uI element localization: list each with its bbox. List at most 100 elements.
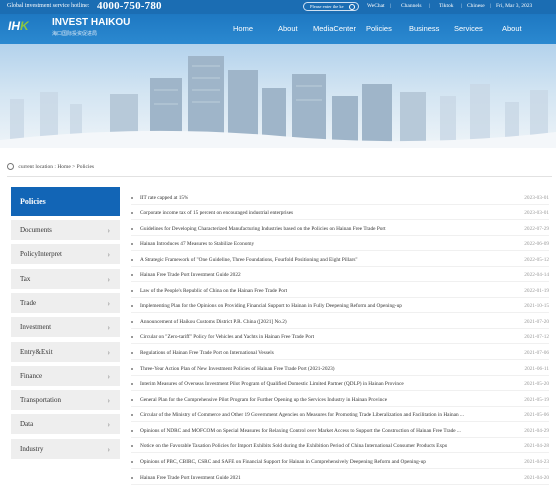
list-item[interactable]: Hainan Free Trade Port Investment Guide …	[131, 269, 549, 282]
sidebar-item-label: Investment	[20, 323, 52, 331]
list-item[interactable]: General Plan for the Comprehensive Pilot…	[131, 394, 549, 407]
list-item[interactable]: Hainan Free Trade Port Investment Guide …	[131, 472, 549, 485]
sidebar-item-investment[interactable]: Investment ›	[11, 316, 120, 337]
list-item-title[interactable]: IIT rate capped at 15%	[140, 195, 188, 201]
list-item-title[interactable]: Interim Measures of Overseas Investment …	[140, 381, 404, 387]
sidebar-item-transportation[interactable]: Transportation ›	[11, 389, 120, 410]
list-item-title[interactable]: Hainan Introduces 47 Measures to Stabili…	[140, 241, 254, 247]
list-item-title[interactable]: Law of the People's Republic of China on…	[140, 288, 287, 294]
list-item-title[interactable]: Opinions of PBC, CBIRC, CSRC and SAFE on…	[140, 459, 426, 465]
bullet	[131, 259, 133, 261]
separator: |	[490, 3, 492, 9]
sidebar-item-tax[interactable]: Tax ›	[11, 268, 120, 289]
list-item[interactable]: IIT rate capped at 15% 2023-03-01	[131, 192, 549, 205]
sidebar-item-policyinterpret[interactable]: PolicyInterpret ›	[11, 243, 120, 264]
search-icon[interactable]	[349, 4, 355, 10]
wechat-link[interactable]: WeChat	[367, 3, 385, 9]
logo-mark[interactable]: IHK	[8, 19, 29, 33]
list-item-title[interactable]: Circular of the Ministry of Commerce and…	[140, 412, 464, 418]
home-icon	[7, 163, 14, 170]
list-item-title[interactable]: Guidelines for Developing Characterized …	[140, 226, 386, 232]
sidebar-item-documents[interactable]: Documents ›	[11, 219, 120, 240]
list-item-date: 2021-10-15	[524, 303, 549, 309]
list-item-title[interactable]: Opinions of NDRC and MOFCOM on Special M…	[140, 428, 461, 434]
bullet	[131, 243, 133, 245]
bullet	[131, 445, 133, 447]
nav-home[interactable]: Home	[233, 24, 253, 33]
list-item[interactable]: Corporate income tax of 15 percent on en…	[131, 207, 549, 220]
bullet	[131, 352, 133, 354]
list-item[interactable]: Three-Year Action Plan of New Investment…	[131, 363, 549, 376]
list-item[interactable]: Implementing Plan for the Opinions on Pr…	[131, 300, 549, 313]
list-item-title[interactable]: Implementing Plan for the Opinions on Pr…	[140, 303, 402, 309]
list-item[interactable]: Law of the People's Republic of China on…	[131, 285, 549, 298]
list-item[interactable]: Circular of the Ministry of Commerce and…	[131, 409, 549, 422]
tiktok-link[interactable]: Tiktok	[439, 3, 453, 9]
chevron-right-icon: ›	[107, 372, 110, 381]
list-item[interactable]: Regulations of Hainan Free Trade Port on…	[131, 347, 549, 360]
list-item[interactable]: Opinions of PBC, CBIRC, CSRC and SAFE on…	[131, 456, 549, 469]
breadcrumb: current location : Home > Policies	[7, 163, 94, 170]
list-item[interactable]: Notice on the Favorable Taxation Policie…	[131, 440, 549, 453]
bullet	[131, 368, 133, 370]
bullet	[131, 461, 133, 463]
hotline-number: 4000-750-780	[97, 0, 162, 12]
list-item-title[interactable]: Announcement of Haikou Customs District …	[140, 319, 287, 325]
nav-policies[interactable]: Policies	[366, 24, 392, 33]
list-item-date: 2021-07-12	[524, 334, 549, 340]
logo-subtitle: 海口国际投资促进局	[52, 32, 98, 37]
sidebar-item-label: Trade	[20, 299, 37, 307]
list-item-title[interactable]: Hainan Free Trade Port Investment Guide …	[140, 272, 241, 278]
list-item-date: 2022-06-09	[524, 241, 549, 247]
chevron-right-icon: ›	[107, 299, 110, 308]
list-item-title[interactable]: Regulations of Hainan Free Trade Port on…	[140, 350, 274, 356]
sidebar-item-industry[interactable]: Industry ›	[11, 438, 120, 459]
logo-title[interactable]: INVEST HAIKOU	[52, 17, 130, 28]
sidebar-item-finance[interactable]: Finance ›	[11, 365, 120, 386]
nav-business[interactable]: Business	[409, 24, 439, 33]
chevron-right-icon: ›	[107, 275, 110, 284]
sidebar-item-label: Documents	[20, 226, 52, 234]
nav-services[interactable]: Services	[454, 24, 483, 33]
list-item-date: 2022-07-29	[524, 226, 549, 232]
sidebar-item-label: Entry&Exit	[20, 348, 53, 356]
divider	[7, 176, 552, 177]
bullet	[131, 228, 133, 230]
nav-about[interactable]: About	[278, 24, 298, 33]
bullet	[131, 399, 133, 401]
bullet	[131, 197, 133, 199]
separator: |	[461, 3, 463, 9]
chevron-right-icon: ›	[107, 420, 110, 429]
list-item[interactable]: A Strategic Framework of "One Guideline,…	[131, 254, 549, 267]
sidebar-item-entry-exit[interactable]: Entry&Exit ›	[11, 341, 120, 362]
list-item[interactable]: Guidelines for Developing Characterized …	[131, 223, 549, 236]
list-item-title[interactable]: A Strategic Framework of "One Guideline,…	[140, 257, 358, 263]
nav-mediacenter[interactable]: MediaCenter	[313, 24, 356, 33]
list-item[interactable]: Circular on "Zero-tariff" Policy for Veh…	[131, 331, 549, 344]
list-item-title[interactable]: Hainan Free Trade Port Investment Guide …	[140, 475, 241, 481]
list-item-title[interactable]: Corporate income tax of 15 percent on en…	[140, 210, 293, 216]
sidebar-item-trade[interactable]: Trade ›	[11, 292, 120, 313]
chevron-right-icon: ›	[107, 250, 110, 259]
list-item[interactable]: Opinions of NDRC and MOFCOM on Special M…	[131, 425, 549, 438]
chinese-link[interactable]: Chinese	[467, 3, 485, 9]
list-item[interactable]: Hainan Introduces 47 Measures to Stabili…	[131, 238, 549, 251]
hotline-label: Global investment service hotline:	[7, 3, 90, 9]
list-item-title[interactable]: Three-Year Action Plan of New Investment…	[140, 366, 335, 372]
list-item[interactable]: Interim Measures of Overseas Investment …	[131, 378, 549, 391]
breadcrumb-home[interactable]: Home	[57, 164, 70, 170]
bullet	[131, 383, 133, 385]
list-item-date: 2022-05-12	[524, 257, 549, 263]
nav-about-2[interactable]: About	[502, 24, 522, 33]
bullet	[131, 477, 133, 479]
list-item[interactable]: Announcement of Haikou Customs District …	[131, 316, 549, 329]
sidebar-item-data[interactable]: Data ›	[11, 413, 120, 434]
search-input[interactable]: Please enter the ke	[303, 2, 359, 11]
list-item-title[interactable]: Circular on "Zero-tariff" Policy for Veh…	[140, 334, 314, 340]
list-item-date: 2023-03-01	[524, 210, 549, 216]
channels-link[interactable]: Channels	[401, 3, 421, 9]
list-item-date: 2021-06-11	[524, 366, 549, 372]
sidebar-item-label: Tax	[20, 275, 31, 283]
list-item-title[interactable]: General Plan for the Comprehensive Pilot…	[140, 397, 387, 403]
list-item-title[interactable]: Notice on the Favorable Taxation Policie…	[140, 443, 447, 449]
